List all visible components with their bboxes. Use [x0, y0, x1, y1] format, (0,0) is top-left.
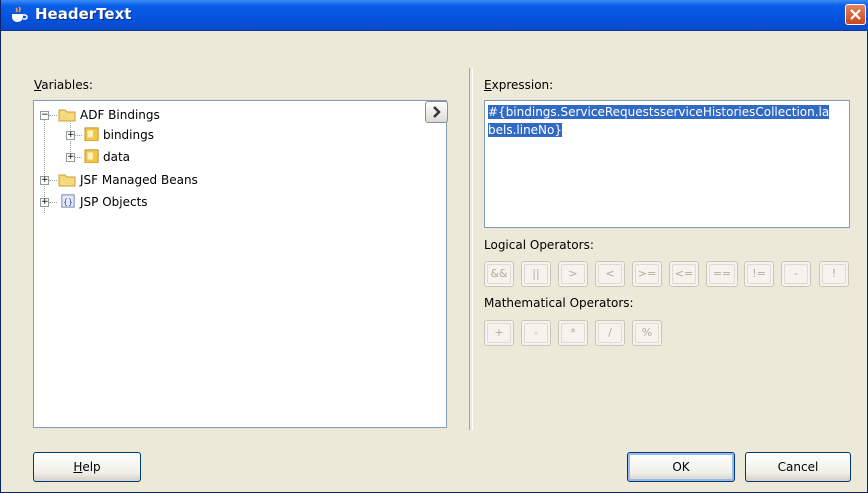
tree-node-bindings[interactable]: + bindings	[34, 126, 334, 146]
variables-tree[interactable]: − ADF Bindings + bindings + data + JSF M…	[33, 100, 447, 428]
expression-textarea[interactable]: #{bindings.ServiceRequestsserviceHistori…	[484, 100, 850, 228]
bean-folder-icon	[84, 127, 99, 141]
cancel-button[interactable]: Cancel	[745, 452, 851, 482]
expand-icon[interactable]: +	[40, 198, 49, 207]
java-cup-icon	[12, 6, 28, 22]
expression-line-1: #{bindings.ServiceRequestsserviceHistori…	[488, 105, 830, 119]
op-minus-button[interactable]: -	[781, 261, 811, 287]
op-less-button[interactable]: <	[595, 261, 625, 287]
op-or-button[interactable]: ||	[521, 261, 551, 287]
expand-icon[interactable]: +	[66, 153, 75, 162]
close-icon	[850, 9, 861, 20]
tree-node-label: data	[103, 150, 131, 164]
op-subtract-button[interactable]: -	[521, 320, 551, 346]
chevron-right-icon	[433, 106, 441, 118]
close-button[interactable]	[845, 4, 866, 25]
expression-label: Expression:	[484, 78, 554, 92]
variables-label: Variables:	[34, 78, 93, 92]
folder-icon	[58, 174, 76, 187]
bean-folder-icon	[84, 149, 99, 163]
ok-button[interactable]: OK	[627, 452, 735, 482]
dialog-window: HeaderText Variables: − ADF Bindings + b…	[0, 0, 868, 493]
insert-variable-button[interactable]	[425, 101, 448, 123]
tree-node-label: bindings	[103, 128, 154, 142]
tree-node-jsp-objects[interactable]: + {} JSP Objects	[34, 193, 334, 213]
expression-line-2: bels.lineNo}	[488, 123, 563, 137]
op-modulo-button[interactable]: %	[632, 320, 662, 346]
tree-node-adf-bindings[interactable]: − ADF Bindings	[34, 106, 334, 126]
logical-operators-label: Logical Operators:	[484, 238, 594, 252]
panel-splitter[interactable]	[469, 68, 473, 430]
window-title: HeaderText	[35, 5, 132, 23]
expression-text: #{bindings.ServiceRequestsserviceHistori…	[488, 103, 846, 139]
expand-icon[interactable]: +	[66, 131, 75, 140]
op-less-equal-button[interactable]: <=	[669, 261, 699, 287]
op-greater-equal-button[interactable]: >=	[632, 261, 662, 287]
op-equal-button[interactable]: ==	[706, 261, 738, 287]
jsp-objects-icon: {}	[61, 194, 75, 208]
op-and-button[interactable]: &&	[484, 261, 514, 287]
expand-icon[interactable]: +	[40, 176, 49, 185]
op-greater-button[interactable]: >	[558, 261, 588, 287]
math-operators-label: Mathematical Operators:	[484, 296, 634, 310]
op-not-equal-button[interactable]: !=	[744, 261, 774, 287]
svg-text:{}: {}	[63, 198, 72, 207]
tree-node-jsf-managed-beans[interactable]: + JSF Managed Beans	[34, 171, 334, 191]
tree-node-label: JSP Objects	[80, 195, 148, 209]
tree-node-label: JSF Managed Beans	[80, 173, 198, 187]
op-plus-button[interactable]: +	[484, 320, 514, 346]
op-divide-button[interactable]: /	[595, 320, 625, 346]
tree-node-label: ADF Bindings	[80, 108, 160, 122]
collapse-icon[interactable]: −	[40, 111, 49, 120]
title-bar[interactable]: HeaderText	[1, 0, 868, 31]
tree-node-data[interactable]: + data	[34, 148, 334, 168]
op-not-button[interactable]: !	[819, 261, 849, 287]
help-button[interactable]: Help	[33, 452, 141, 482]
op-multiply-button[interactable]: *	[558, 320, 588, 346]
folder-icon	[58, 109, 76, 122]
